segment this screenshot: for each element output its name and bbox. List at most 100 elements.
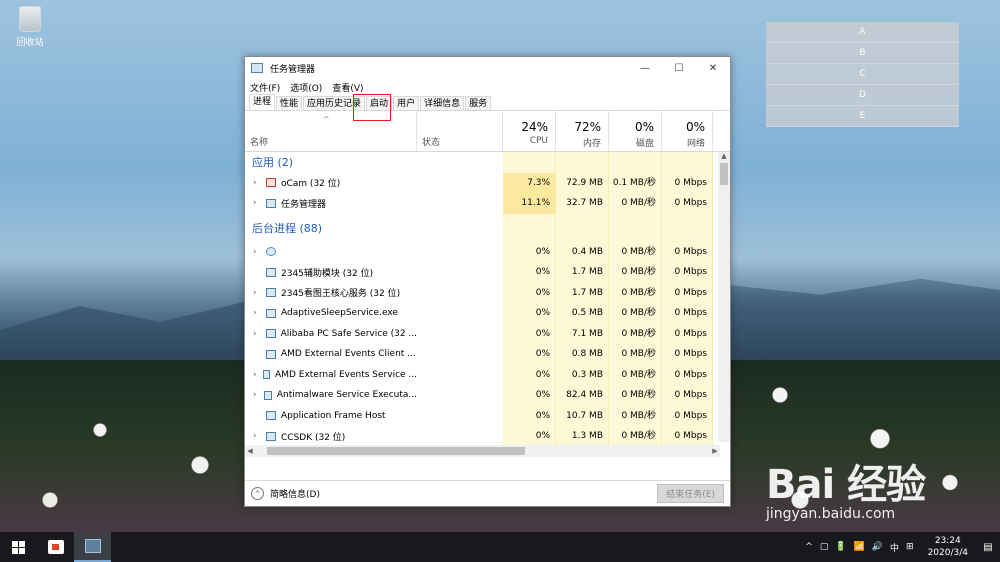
cell-disk: 0 MB/秒 [609,385,662,406]
scroll-right-icon[interactable]: ▶ [710,447,720,455]
menu-view[interactable]: 查看(V) [332,81,363,94]
cell-disk: 0 MB/秒 [609,282,662,303]
process-row[interactable]: › 0% 0.4 MB 0 MB/秒 0 Mbps [245,241,730,262]
process-status [417,426,503,447]
process-icon [266,349,276,359]
cell-memory: 1.7 MB [556,282,609,303]
sort-arrow-icon: ^ [323,115,330,124]
tab-performance[interactable]: 性能 [276,96,303,110]
horizontal-scroll-thumb[interactable] [267,447,525,455]
app-row[interactable]: › oCam (32 位) 7.3% 72.9 MB 0.1 MB/秒 0 Mbps [245,172,730,194]
watermark-brand: Bai 经验 [766,462,926,508]
wifi-icon[interactable]: 📶 [854,542,865,552]
task-manager-icon [251,63,263,73]
chevron-right-icon[interactable]: › [253,329,263,339]
tab-users[interactable]: 用户 [393,96,420,110]
column-header-cpu[interactable]: 24% CPU [503,111,556,151]
process-name: oCam (32 位) [281,179,341,190]
tab-services[interactable]: 服务 [465,96,492,110]
ime-mode-icon[interactable]: ⊞ [906,542,914,552]
clock-time: 23:24 [934,536,961,546]
fewer-details-link[interactable]: 简略信息(D) [270,487,320,500]
cell-memory: 0.5 MB [556,303,609,324]
clock-date: 2020/3/4 [927,548,968,558]
tray-app-icon[interactable]: ▢ [820,542,829,552]
cell-cpu: 7.3% [503,172,556,193]
start-button[interactable] [0,532,37,562]
process-row[interactable]: Application Frame Host 0% 10.7 MB 0 MB/秒 0 M… [245,405,730,426]
task-manager-icon [266,198,276,208]
menu-options[interactable]: 选项(O) [290,81,322,94]
process-table: ^ 名称 状态 24% CPU 72% 内存 0% 磁盘 0% 网络 应用 (2… [245,111,730,457]
cell-cpu: 0% [503,344,556,365]
chevron-right-icon[interactable]: › [253,288,263,298]
recycle-bin-label: 回收站 [16,38,44,48]
process-row[interactable]: › AMD External Events Service ... 0% 0.3 MB… [245,364,730,385]
process-row[interactable]: › Antimalware Service Executa... 0% 82.4 MB… [245,385,730,406]
cell-network: 0 Mbps [662,172,713,193]
recycle-bin-shortcut[interactable]: 回收站 [10,6,50,48]
process-row[interactable]: AMD External Events Client ... 0% 0.8 MB 0 … [245,344,730,365]
chevron-right-icon[interactable]: › [253,390,261,400]
input-method-indicator[interactable]: 中 [890,541,899,554]
process-row[interactable]: › 2345看图王核心服务 (32 位) 0% 1.7 MB 0 MB/秒 0 Mbps [245,282,730,303]
cell-memory: 7.1 MB [556,323,609,344]
end-task-button[interactable]: 结束任务(E) [657,484,724,503]
tab-strip: 进程 性能 应用历史记录 启动 用户 详细信息 服务 [245,94,730,121]
process-row[interactable]: › AdaptiveSleepService.exe 0% 0.5 MB 0 MB/秒 0… [245,303,730,324]
taskbar-app-ocam[interactable] [37,532,74,562]
minimize-button[interactable]: — [628,57,662,79]
tab-details[interactable]: 详细信息 [420,96,465,110]
baidu-watermark: Bai 经验 jingyan.baidu.com [766,452,926,522]
chevron-right-icon[interactable]: › [253,198,263,208]
process-row[interactable]: › CCSDK (32 位) 0% 1.3 MB 0 MB/秒 0 Mbps [245,426,730,447]
battery-icon[interactable]: 🔋 [835,542,846,552]
cell-disk: 0 MB/秒 [609,262,662,283]
chevron-right-icon[interactable]: › [253,431,263,441]
process-name: AdaptiveSleepService.exe [281,308,398,319]
process-icon [263,390,272,400]
volume-icon[interactable]: 🔊 [872,542,883,552]
chevron-right-icon[interactable]: › [253,178,263,188]
maximize-button[interactable]: ☐ [662,57,696,79]
tab-processes[interactable]: 进程 [249,94,276,110]
horizontal-scrollbar[interactable]: ◀ ▶ [245,445,720,457]
menu-bar: 文件(F) 选项(O) 查看(V) [245,79,730,95]
clock[interactable]: 23:24 2020/3/4 [928,535,968,559]
tray-overflow-icon[interactable]: ^ [805,542,813,552]
chevron-right-icon[interactable]: › [253,370,260,380]
column-header-disk[interactable]: 0% 磁盘 [609,111,662,151]
notification-center-icon[interactable]: ▤ [976,542,1000,553]
chevron-right-icon[interactable]: › [253,247,263,257]
process-status [417,173,503,194]
column-header-memory[interactable]: 72% 内存 [556,111,609,151]
close-button[interactable]: ✕ [696,57,730,79]
cell-disk: 0 MB/秒 [609,241,662,262]
recycle-bin-icon [19,6,41,32]
vertical-scrollbar[interactable]: ▲ [718,152,730,442]
scroll-up-icon[interactable]: ▲ [718,152,730,163]
title-bar[interactable]: 任务管理器 — ☐ ✕ [245,57,730,79]
scroll-left-icon[interactable]: ◀ [245,447,255,455]
cell-network: 0 Mbps [662,364,713,385]
cell-disk: 0 MB/秒 [609,426,662,447]
process-row[interactable]: › Alibaba PC Safe Service (32 ... 0% 7.1 MB… [245,323,730,344]
cell-disk: 0 MB/秒 [609,344,662,365]
column-header-name[interactable]: ^ 名称 [245,111,417,151]
vertical-scroll-thumb[interactable] [720,163,728,185]
cell-cpu: 0% [503,385,556,406]
task-manager-icon [84,539,101,553]
column-header-status[interactable]: 状态 [417,111,503,151]
process-status [417,262,503,283]
menu-file[interactable]: 文件(F) [250,81,280,94]
process-row[interactable]: 2345辅助模块 (32 位) 0% 1.7 MB 0 MB/秒 0 Mbps [245,262,730,283]
chevron-right-icon[interactable]: › [253,308,263,318]
column-header-network[interactable]: 0% 网络 [662,111,713,151]
taskbar: ^ ▢ 🔋 📶 🔊 中 ⊞ 23:24 2020/3/4 ▤ [0,532,1000,562]
process-icon [266,431,276,441]
chevron-up-icon[interactable]: ^ [251,487,264,500]
app-row[interactable]: › 任务管理器 11.1% 32.7 MB 0 MB/秒 0 Mbps [245,193,730,214]
taskbar-app-task-manager[interactable] [74,532,111,562]
redaction-row: A [766,22,959,43]
cell-cpu: 0% [503,405,556,426]
